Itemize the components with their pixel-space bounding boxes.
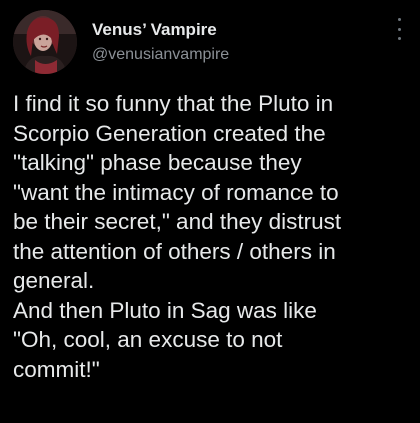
tweet-line: general. xyxy=(13,268,95,293)
ellipsis-dot xyxy=(397,18,401,21)
tweet-card: Venus’ Vampire @venusianvampire I find i… xyxy=(0,0,420,423)
author-handle[interactable]: @venusianvampire xyxy=(92,46,229,64)
ellipsis-dot xyxy=(397,27,401,31)
avatar-image xyxy=(13,10,77,74)
tweet-line: commit!" xyxy=(13,356,100,382)
tweet-line: be their secret," and they distrust xyxy=(13,209,342,234)
author-display-name[interactable]: Venus’ Vampire xyxy=(92,20,217,40)
tweet-line: the attention of others / others in xyxy=(13,238,336,264)
ellipsis-dot xyxy=(397,37,401,40)
tweet-line: "Oh, cool, an excuse to not xyxy=(13,327,283,352)
tweet-text: I find it so funny that the Pluto in Sco… xyxy=(13,89,415,384)
vertical-ellipsis-icon[interactable] xyxy=(392,18,406,40)
author-avatar[interactable] xyxy=(13,10,77,74)
tweet-line: Scorpio Generation created the xyxy=(13,120,326,146)
tweet-line: I find it so funny that the Pluto in xyxy=(13,91,334,116)
tweet-line: "talking" phase because they xyxy=(13,150,302,175)
tweet-line: And then Pluto in Sag was like xyxy=(13,297,317,323)
tweet-line: "want the intimacy of romance to xyxy=(13,179,339,205)
